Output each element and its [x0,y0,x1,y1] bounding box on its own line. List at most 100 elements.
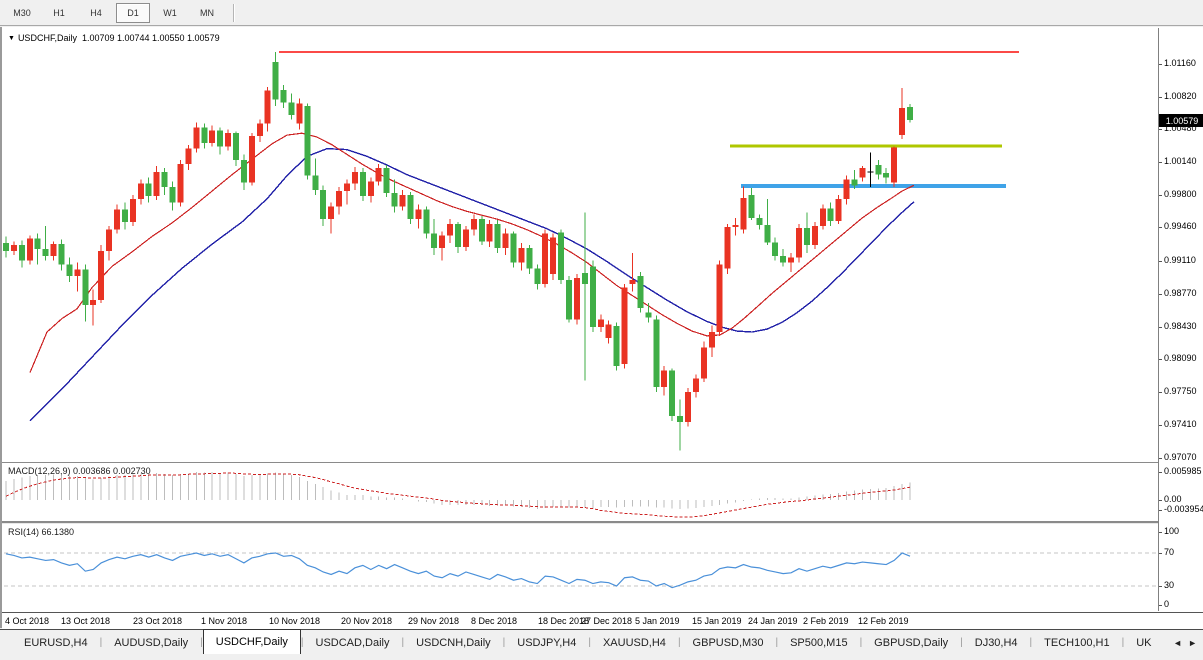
date-axis-label: 29 Nov 2018 [408,616,460,626]
candle [121,202,128,230]
axis-tick [1159,472,1162,473]
candle [653,315,660,392]
candle [550,233,557,280]
candle [899,87,906,139]
candle [351,166,358,191]
tab-usdjpy-h4[interactable]: USDJPY,H4 [505,630,588,655]
chart-title: ▼ USDCHF,Daily 1.00709 1.00744 1.00550 1.… [8,33,220,43]
tab-tech100-h1[interactable]: TECH100,H1 [1032,630,1121,655]
bottom-strip [0,655,1203,660]
tab-scroll-right-icon[interactable]: ► [1188,638,1197,648]
tab-audusd-daily[interactable]: AUDUSD,Daily [102,630,200,655]
candle [637,272,644,313]
date-axis: 4 Oct 2018 13 Oct 2018 23 Oct 2018 1 Nov 20… [2,612,1203,629]
candle [732,218,739,236]
timeframe-button-h1[interactable]: H1 [42,3,76,23]
tab-dj30-h4[interactable]: DJ30,H4 [963,630,1030,655]
candle [288,93,295,120]
candle [819,204,826,230]
tab-scroll-left-icon[interactable]: ◄ [1173,638,1182,648]
indicator-line [29,132,915,373]
candle [328,202,335,234]
tab-xauusd-h4[interactable]: XAUUSD,H4 [591,630,678,655]
candle [193,122,200,153]
rsi-axis-label: 70 [1164,547,1175,557]
candle [415,204,422,229]
candle [137,179,144,205]
date-axis-label: 2 Feb 2019 [803,616,849,626]
tab-uk[interactable]: UK [1124,630,1163,655]
macd-canvas[interactable] [2,463,1158,522]
candle [10,241,17,255]
candle [256,119,263,142]
axis-tick [1159,553,1162,554]
candle [788,252,795,273]
candle [740,186,747,234]
tab-sp500-m15[interactable]: SP500,M15 [778,630,859,655]
rsi-canvas[interactable] [2,524,1158,611]
date-axis-label: 23 Oct 2018 [133,616,183,626]
candle [201,123,208,149]
axis-tick [1159,294,1162,295]
tab-usdcad-daily[interactable]: USDCAD,Daily [304,630,402,655]
candle [835,194,842,224]
date-axis-label: 5 Jan 2019 [635,616,680,626]
rsi-panel[interactable]: RSI(14) 66.1380 [2,524,1158,611]
candle [843,175,850,205]
tab-eurusd-h4[interactable]: EURUSD,H4 [12,630,100,655]
candle [336,187,343,215]
candle [629,252,636,292]
timeframe-button-w1[interactable]: W1 [153,3,187,23]
candle [883,167,890,184]
candle [534,264,541,290]
candle [280,84,287,109]
candle [439,231,446,261]
candle [145,177,152,203]
rsi-axis-label: 30 [1164,580,1175,590]
candle [692,374,699,398]
timeframe-button-h4[interactable]: H4 [79,3,113,23]
candle [510,231,517,268]
price-axis-label: 1.00820 [1164,91,1197,101]
timeframe-button-m30[interactable]: M30 [5,3,39,23]
price-chart-panel[interactable]: ▼ USDCHF,Daily 1.00709 1.00744 1.00550 1.… [2,28,1158,462]
date-axis-label: 10 Nov 2018 [269,616,321,626]
tab-gbpusd-daily[interactable]: GBPUSD,Daily [862,630,960,655]
timeframe-button-d1[interactable]: D1 [116,2,150,23]
candle [3,236,9,258]
candle [700,341,707,383]
price-chart-canvas[interactable] [2,28,1158,462]
candle [669,368,676,421]
price-axis-label: 0.97410 [1164,419,1197,429]
candle [296,98,303,130]
candle [772,237,779,261]
mt4-window: M30 H1 H4 D1 W1 MN ▼ USDCHF,Daily 1.00709 1.00… [0,0,1203,660]
candle [613,322,620,371]
candle [542,229,549,288]
price-axis-label: 1.01160 [1164,58,1196,68]
rsi-axis-label: 100 [1164,526,1180,536]
candle [423,206,430,239]
date-axis-label: 24 Jan 2019 [748,616,798,626]
tab-usdcnh-daily[interactable]: USDCNH,Daily [404,630,503,655]
timeframe-button-mn[interactable]: MN [190,3,224,23]
axis-tick [1159,195,1162,196]
axis-tick [1159,586,1162,587]
macd-panel[interactable]: MACD(12,26,9) 0.003686 0.002730 [2,463,1158,522]
candle [129,194,136,226]
axis-tick [1159,605,1162,606]
candle [343,179,350,205]
price-axis-label: 0.98090 [1164,353,1197,363]
axis-tick [1159,510,1162,511]
candle [558,229,565,284]
candle [264,86,271,132]
axis-tick [1159,129,1162,130]
candle [875,160,882,180]
candle [217,127,224,155]
tab-gbpusd-m30[interactable]: GBPUSD,M30 [681,630,776,655]
candle [50,241,57,261]
price-axis-label: 0.98770 [1164,288,1197,298]
tab-usdchf-daily[interactable]: USDCHF,Daily [202,629,301,654]
axis-tick [1159,162,1162,163]
symbol-dropdown-triangle-icon[interactable]: ▼ [8,35,15,42]
